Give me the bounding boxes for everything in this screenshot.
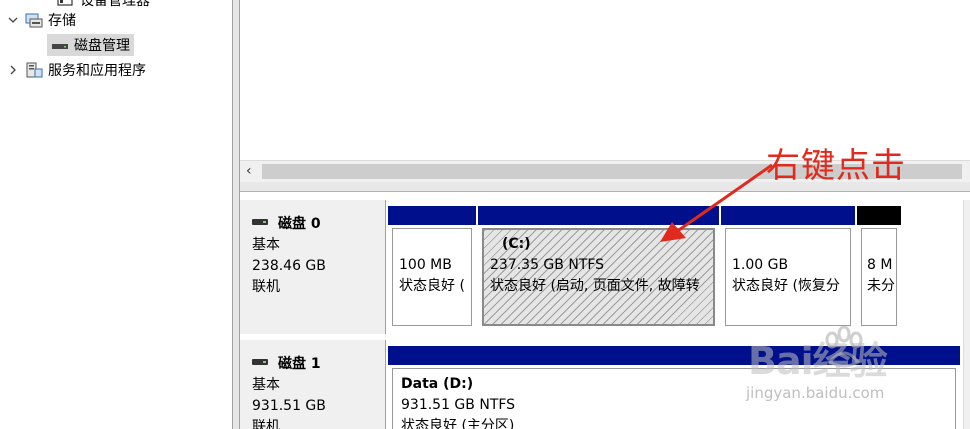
disk-title: 磁盘 1 bbox=[252, 354, 385, 375]
partition-status: 状态良好 (恢复分 bbox=[732, 278, 840, 294]
partition-bar bbox=[721, 206, 855, 225]
partition-efi[interactable]: 100 MB 状态良好 ( bbox=[388, 206, 476, 332]
tree-item-storage[interactable]: 存储 bbox=[6, 9, 76, 31]
disk-icon bbox=[252, 218, 268, 225]
partition-status: 状态良好 (启动, 页面文件, 故障转 bbox=[490, 278, 700, 294]
partition-status: 未分 bbox=[867, 278, 895, 294]
tree-item-services-and-applications[interactable]: 服务和应用程序 bbox=[6, 59, 146, 81]
disk-size: 238.46 GB bbox=[252, 258, 326, 274]
partition-unallocated[interactable]: 8 M 未分 bbox=[857, 206, 901, 332]
partition-box[interactable]: 100 MB 状态良好 ( bbox=[392, 228, 472, 326]
partition-size: 931.51 GB NTFS bbox=[401, 397, 516, 413]
partition-size: 1.00 GB bbox=[732, 257, 789, 273]
disk-status: 联机 bbox=[252, 279, 280, 295]
tree-item-label: 设备管理器 bbox=[80, 0, 150, 9]
partition-d[interactable]: Data (D:) 931.51 GB NTFS 状态良好 (主分区) bbox=[388, 346, 960, 429]
partition-box[interactable]: 8 M 未分 bbox=[861, 228, 897, 326]
volume-list-pane bbox=[240, 0, 970, 160]
partition-box[interactable]: Data (D:) 931.51 GB NTFS 状态良好 (主分区) bbox=[392, 368, 956, 429]
vertical-splitter[interactable] bbox=[232, 0, 240, 429]
tree-item-disk-management[interactable]: 磁盘管理 bbox=[47, 34, 134, 56]
partition-box[interactable]: 1.00 GB 状态良好 (恢复分 bbox=[725, 228, 851, 326]
disk-management-icon bbox=[50, 36, 70, 54]
vertical-scrollbar[interactable] bbox=[963, 200, 970, 429]
services-icon bbox=[24, 61, 44, 79]
partition-size: 8 M bbox=[867, 257, 893, 273]
chevron-right-icon[interactable] bbox=[6, 63, 20, 77]
disk-type: 基本 bbox=[252, 237, 280, 253]
disk-title-text: 磁盘 0 bbox=[278, 216, 321, 232]
tree-item-label: 服务和应用程序 bbox=[48, 63, 146, 79]
storage-icon bbox=[24, 11, 44, 29]
device-manager-icon bbox=[56, 0, 76, 9]
disk-title: 磁盘 0 bbox=[252, 214, 385, 235]
disk-title-text: 磁盘 1 bbox=[278, 356, 321, 372]
navigation-tree: 设备管理器 存储 磁盘管理 服务和应用程序 bbox=[0, 0, 232, 429]
partition-size: 237.35 GB NTFS bbox=[490, 257, 605, 273]
partition-name: (C:) bbox=[502, 236, 531, 252]
partition-status: 状态良好 ( bbox=[399, 278, 465, 294]
tree-item-label: 磁盘管理 bbox=[74, 38, 130, 54]
partition-bar bbox=[857, 206, 901, 225]
annotation-text: 右键点击 bbox=[766, 146, 906, 186]
partition-status: 状态良好 (主分区) bbox=[401, 418, 515, 429]
partition-bar bbox=[478, 206, 719, 225]
partition-recovery[interactable]: 1.00 GB 状态良好 (恢复分 bbox=[721, 206, 855, 332]
partition-bar bbox=[388, 206, 476, 225]
chevron-down-icon[interactable] bbox=[6, 13, 20, 27]
partition-size: 100 MB bbox=[399, 257, 452, 273]
partition-name: Data (D:) bbox=[401, 376, 474, 392]
partition-c[interactable]: (C:) 237.35 GB NTFS 状态良好 (启动, 页面文件, 故障转 bbox=[478, 206, 719, 332]
disk-size: 931.51 GB bbox=[252, 398, 326, 414]
partition-bar bbox=[388, 346, 960, 365]
disk-icon bbox=[252, 358, 268, 365]
tree-item-label: 存储 bbox=[48, 13, 76, 29]
partition-box[interactable]: (C:) 237.35 GB NTFS 状态良好 (启动, 页面文件, 故障转 bbox=[482, 228, 715, 326]
disk-0-label[interactable]: 磁盘 0 基本 238.46 GB 联机 bbox=[240, 200, 386, 334]
disk-1-label[interactable]: 磁盘 1 基本 931.51 GB 联机 bbox=[240, 340, 386, 429]
scroll-left-icon[interactable]: ‹ bbox=[246, 163, 252, 179]
disk-type: 基本 bbox=[252, 377, 280, 393]
disk-status: 联机 bbox=[252, 419, 280, 429]
